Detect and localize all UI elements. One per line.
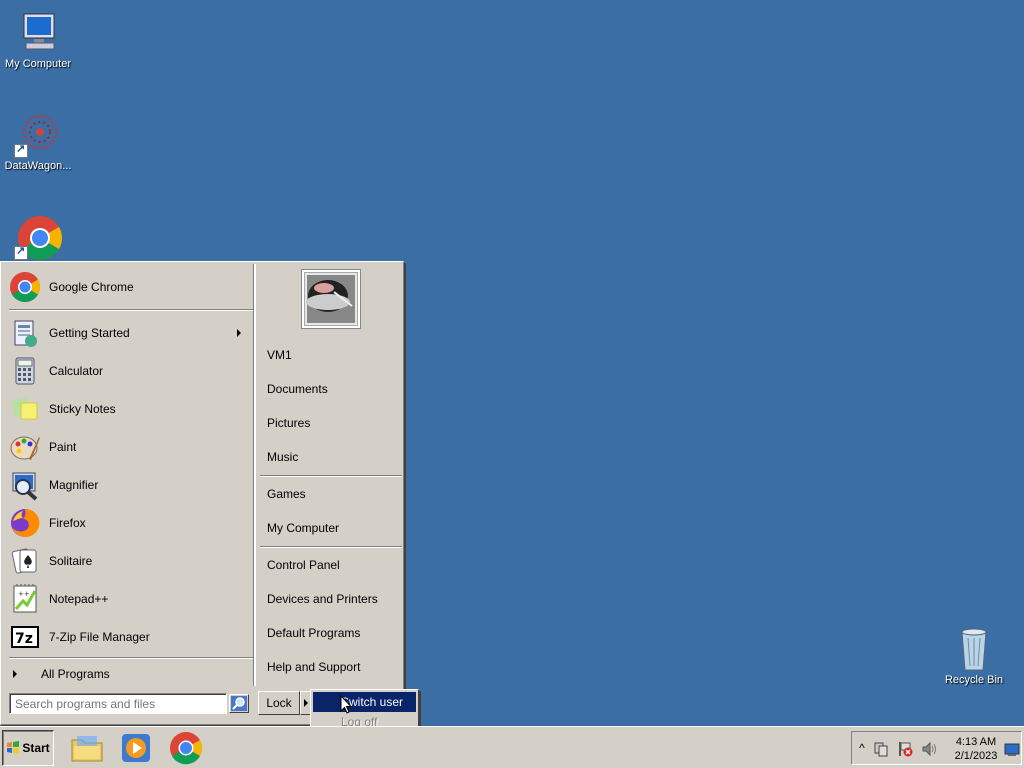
start-menu-programs-pane: Google Chrome Getting Started Calculator… <box>3 264 253 686</box>
place-help-support[interactable]: Help and Support <box>267 656 360 678</box>
places-divider <box>260 475 402 477</box>
user-avatar-icon <box>306 275 355 323</box>
desktop-icon-datawagon[interactable]: DataWagon... <box>0 110 76 172</box>
taskbar-media-player-button[interactable] <box>118 730 154 766</box>
start-item-getting-started[interactable]: Getting Started <box>9 315 249 351</box>
places-divider <box>260 546 402 548</box>
place-my-computer[interactable]: My Computer <box>267 517 339 539</box>
search-icon <box>231 696 247 711</box>
place-user-folder[interactable]: VM1 <box>267 344 292 366</box>
place-devices-printers[interactable]: Devices and Printers <box>267 588 378 610</box>
start-item-solitaire[interactable]: Solitaire <box>9 543 249 579</box>
7zip-icon: 7z <box>9 621 41 653</box>
start-menu-places-pane: VM1 Documents Pictures Music Games My Co… <box>255 264 403 686</box>
place-control-panel[interactable]: Control Panel <box>267 554 340 576</box>
solitaire-icon <box>9 545 41 577</box>
search-button[interactable] <box>229 694 249 713</box>
action-center-icon[interactable] <box>897 741 913 757</box>
show-desktop-button[interactable] <box>1004 741 1020 757</box>
start-item-label: Firefox <box>49 516 86 530</box>
volume-icon[interactable] <box>921 741 937 757</box>
start-item-paint[interactable]: Paint <box>9 429 249 465</box>
start-item-7zip[interactable]: 7z 7-Zip File Manager <box>9 619 249 655</box>
switch-user-item[interactable]: Switch user <box>313 692 416 712</box>
start-item-calculator[interactable]: Calculator <box>9 353 249 389</box>
start-item-label: 7-Zip File Manager <box>49 630 150 644</box>
clock[interactable]: 4:13 AM 2/1/2023 <box>946 735 1006 763</box>
calculator-icon <box>9 355 41 387</box>
shortcut-arrow-icon <box>14 244 28 260</box>
firefox-icon <box>9 507 41 539</box>
place-music[interactable]: Music <box>267 446 298 468</box>
desktop-icon-recycle-bin[interactable]: Recycle Bin <box>936 624 1012 686</box>
clock-date: 2/1/2023 <box>954 750 998 762</box>
datawagon-icon <box>14 110 62 158</box>
desktop-icon-label: DataWagon... <box>4 160 72 172</box>
all-programs-button[interactable]: All Programs <box>9 662 249 686</box>
start-item-label: Solitaire <box>49 554 93 568</box>
taskbar: Start ^ 4:13 AM 2/1/2023 <box>0 726 1024 768</box>
lock-button[interactable]: Lock <box>258 691 300 715</box>
chrome-icon <box>9 271 41 303</box>
getting-started-icon <box>9 317 41 349</box>
desktop-icon-google-chrome[interactable] <box>0 212 76 262</box>
start-item-label: Calculator <box>49 364 104 378</box>
show-hidden-icons-button[interactable]: ^ <box>854 741 870 757</box>
magnifier-icon <box>9 469 41 501</box>
place-games[interactable]: Games <box>267 483 306 505</box>
taskbar-chrome-button[interactable] <box>168 730 204 766</box>
all-programs-label: All Programs <box>41 667 110 681</box>
start-item-notepad-plus-plus[interactable]: ++ Notepad++ <box>9 581 249 617</box>
recycle-bin-icon <box>950 624 998 672</box>
folder-icon <box>71 736 103 762</box>
svg-text:7z: 7z <box>15 631 33 647</box>
expand-arrow-icon <box>13 670 17 678</box>
windows-logo-icon <box>7 741 20 754</box>
clock-time: 4:13 AM <box>955 736 997 748</box>
start-item-label: Sticky Notes <box>49 402 116 416</box>
media-player-icon <box>122 734 150 762</box>
start-item-google-chrome[interactable]: Google Chrome <box>9 269 249 305</box>
notification-area: ^ 4:13 AM 2/1/2023 <box>851 731 1022 765</box>
start-item-magnifier[interactable]: Magnifier <box>9 467 249 503</box>
start-item-firefox[interactable]: Firefox <box>9 505 249 541</box>
taskbar-explorer-button[interactable] <box>69 730 105 766</box>
desktop-icon-label: My Computer <box>4 58 72 70</box>
chrome-icon <box>170 732 203 765</box>
start-item-label: Paint <box>49 440 77 454</box>
place-default-programs[interactable]: Default Programs <box>267 622 360 644</box>
place-pictures[interactable]: Pictures <box>267 412 310 434</box>
network-icon[interactable] <box>873 741 889 757</box>
sticky-notes-icon <box>9 393 41 425</box>
shortcut-arrow-icon <box>14 142 28 158</box>
start-button[interactable]: Start <box>2 730 54 766</box>
user-picture[interactable] <box>302 270 360 328</box>
notepadpp-icon: ++ <box>9 583 41 615</box>
my-computer-icon <box>14 8 62 56</box>
mouse-cursor-icon <box>340 695 352 714</box>
start-menu-divider <box>9 309 253 311</box>
start-item-sticky-notes[interactable]: Sticky Notes <box>9 391 249 427</box>
chrome-icon <box>14 212 62 260</box>
desktop-icon-label: Recycle Bin <box>944 674 1004 686</box>
paint-icon <box>9 431 41 463</box>
svg-text:++: ++ <box>18 590 30 598</box>
start-menu: Google Chrome Getting Started Calculator… <box>0 261 404 725</box>
start-item-label: Notepad++ <box>49 592 109 606</box>
start-menu-divider <box>9 657 253 659</box>
start-item-label: Google Chrome <box>49 280 134 294</box>
search-input[interactable] <box>9 693 227 714</box>
place-documents[interactable]: Documents <box>267 378 328 400</box>
start-label: Start <box>22 741 50 755</box>
desktop-icon-my-computer[interactable]: My Computer <box>0 8 76 70</box>
submenu-arrow-icon <box>237 329 241 337</box>
start-item-label: Magnifier <box>49 478 99 492</box>
start-item-label: Getting Started <box>49 326 130 340</box>
